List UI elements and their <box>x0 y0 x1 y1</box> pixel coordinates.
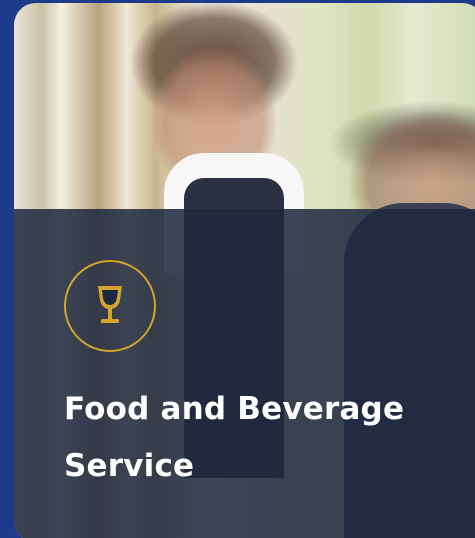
icon-badge <box>64 260 156 352</box>
wine-glass-icon <box>98 286 122 323</box>
service-card-food-and-beverage[interactable]: Food and Beverage Service <box>14 3 475 538</box>
page: Food and Beverage Service <box>0 0 475 538</box>
card-title: Food and Beverage Service <box>64 391 405 484</box>
